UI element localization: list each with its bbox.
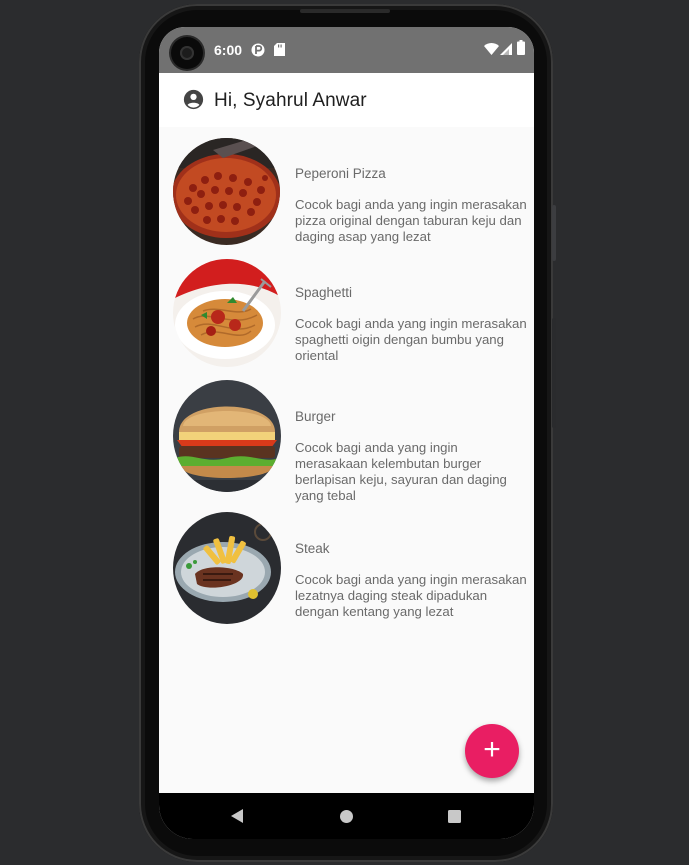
camera-icon: [171, 37, 203, 69]
phone-screen: 6:00 Hi, Syahrul Anwar Peperoni Pizza Co…: [159, 27, 534, 839]
item-name: Spaghetti: [295, 285, 353, 300]
steak-image: [173, 512, 281, 624]
notification-icon: [251, 43, 265, 62]
burger-image: [173, 380, 281, 492]
power-button: [552, 318, 556, 428]
navigation-bar: [159, 793, 534, 839]
item-name: Burger: [295, 409, 336, 424]
speaker-slot: [300, 9, 390, 13]
status-time: 6:00: [214, 42, 243, 58]
app-bar: Hi, Syahrul Anwar: [159, 73, 534, 127]
item-description: Cocok bagi anda yang ingin merasakan spa…: [295, 316, 527, 363]
item-description: Cocok bagi anda yang ingin merasakan piz…: [295, 197, 527, 244]
home-icon[interactable]: [340, 810, 353, 828]
pizza-image: [173, 138, 280, 245]
volume-button: [552, 205, 556, 261]
status-bar: 6:00: [159, 27, 534, 73]
recents-icon[interactable]: [448, 810, 461, 828]
sd-card-icon: [274, 43, 285, 61]
item-description: Cocok bagi anda yang ingin merasakan lez…: [295, 572, 527, 619]
item-name: Steak: [295, 541, 330, 556]
item-description: Cocok bagi anda yang ingin merasakaan ke…: [295, 440, 507, 503]
spaghetti-image: [173, 259, 281, 367]
back-icon[interactable]: [231, 809, 243, 828]
wifi-icon: [484, 42, 499, 60]
item-name: Peperoni Pizza: [295, 166, 386, 181]
battery-icon: [517, 40, 525, 60]
signal-icon: [500, 42, 512, 60]
add-item-button[interactable]: +: [465, 724, 519, 778]
account-circle-icon[interactable]: [183, 89, 204, 115]
greeting-title: Hi, Syahrul Anwar: [214, 90, 367, 111]
